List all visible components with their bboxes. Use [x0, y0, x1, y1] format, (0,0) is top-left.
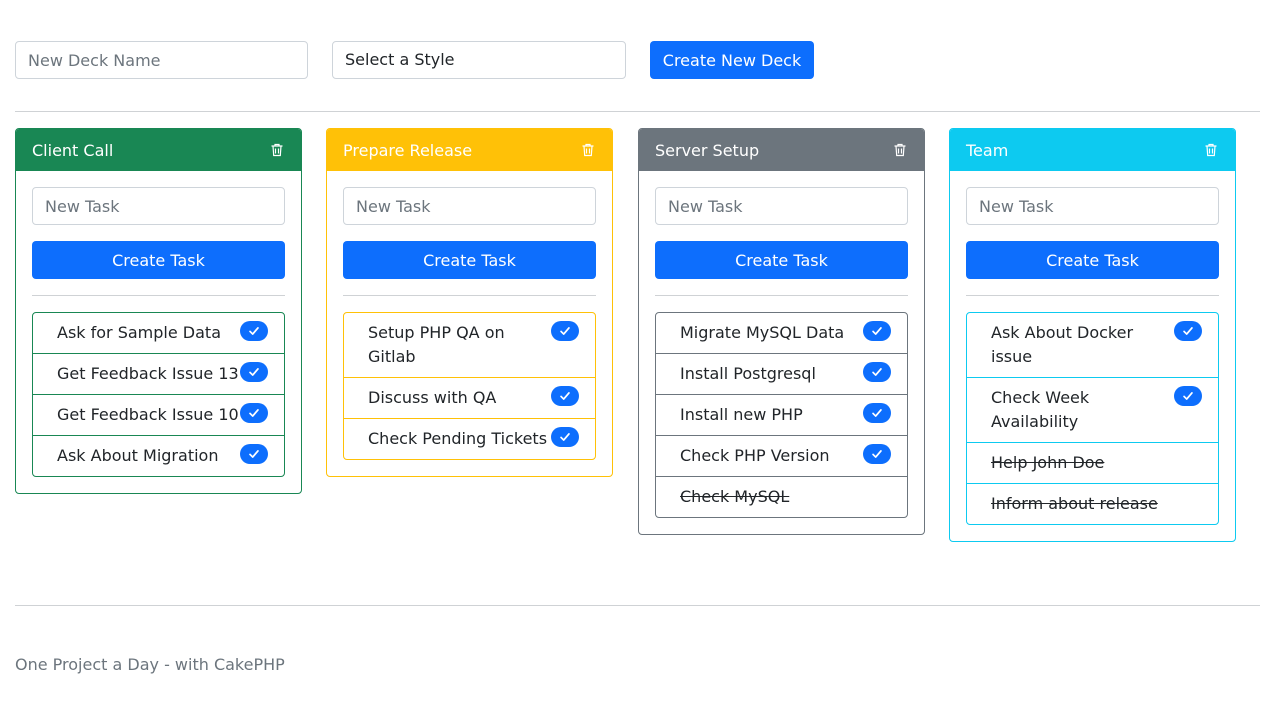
new-task-input[interactable]	[966, 187, 1219, 225]
task-label: Check PHP Version	[680, 446, 830, 465]
new-task-input[interactable]	[343, 187, 596, 225]
deck-card: Prepare Release Create Task Setup PHP QA o…	[326, 128, 613, 477]
check-icon[interactable]	[551, 386, 579, 406]
check-icon[interactable]	[240, 321, 268, 341]
check-icon[interactable]	[1174, 386, 1202, 406]
task-item: Inform about release	[967, 483, 1218, 524]
task-label: Check Pending Tickets	[368, 429, 548, 448]
footer-divider	[15, 605, 1260, 606]
task-label: Check Week Availability	[991, 388, 1090, 431]
task-label: Setup PHP QA on Gitlab	[368, 323, 505, 366]
check-icon[interactable]	[863, 321, 891, 341]
task-label: Help John Doe	[991, 453, 1105, 472]
trash-icon[interactable]	[269, 142, 285, 158]
task-label: Ask for Sample Data	[57, 323, 221, 342]
task-item: Help John Doe	[967, 442, 1218, 483]
check-icon[interactable]	[551, 427, 579, 447]
check-icon[interactable]	[240, 403, 268, 423]
new-task-input[interactable]	[32, 187, 285, 225]
task-item: Migrate MySQL Data	[656, 313, 907, 353]
deck-header: Server Setup	[639, 129, 924, 171]
task-item: Get Feedback Issue 13	[33, 353, 284, 394]
deck-divider	[655, 295, 908, 296]
task-label: Check MySQL	[680, 487, 790, 506]
top-divider	[15, 111, 1260, 112]
create-task-button[interactable]: Create Task	[966, 241, 1219, 279]
check-icon[interactable]	[863, 362, 891, 382]
check-icon[interactable]	[240, 444, 268, 464]
check-icon[interactable]	[551, 321, 579, 341]
trash-icon[interactable]	[580, 142, 596, 158]
create-deck-button[interactable]: Create New Deck	[650, 41, 814, 79]
deck-title: Server Setup	[655, 140, 760, 160]
deck-header: Prepare Release	[327, 129, 612, 171]
task-label: Get Feedback Issue 13	[57, 364, 239, 383]
create-task-button[interactable]: Create Task	[32, 241, 285, 279]
deck-title: Prepare Release	[343, 140, 473, 160]
task-label: Inform about release	[991, 494, 1158, 513]
deck-header: Team	[950, 129, 1235, 171]
style-select[interactable]: Select a Style	[332, 41, 626, 79]
task-label: Migrate MySQL Data	[680, 323, 845, 342]
deck-card: Client Call Create Task Ask for Sample Dat…	[15, 128, 302, 494]
deck-title: Team	[966, 140, 1009, 160]
task-label: Discuss with QA	[368, 388, 497, 407]
task-label: Install new PHP	[680, 405, 803, 424]
task-label: Ask About Docker issue	[991, 323, 1134, 366]
style-select-value: Select a Style	[345, 50, 455, 69]
deck-header: Client Call	[16, 129, 301, 171]
deck-name-input[interactable]	[15, 41, 308, 79]
deck-body: Create Task Ask About Docker issue Check W…	[950, 171, 1235, 541]
footer-text: One Project a Day - with CakePHP	[15, 655, 285, 674]
check-icon[interactable]	[240, 362, 268, 382]
task-item: Ask for Sample Data	[33, 313, 284, 353]
deck-body: Create Task Setup PHP QA on Gitlab Discuss…	[327, 171, 612, 476]
check-icon[interactable]	[863, 403, 891, 423]
check-icon[interactable]	[863, 444, 891, 464]
task-item: Install Postgresql	[656, 353, 907, 394]
check-icon[interactable]	[1174, 321, 1202, 341]
task-item: Ask About Migration	[33, 435, 284, 476]
task-item: Discuss with QA	[344, 377, 595, 418]
task-list: Setup PHP QA on Gitlab Discuss with QA Che…	[343, 312, 596, 460]
create-task-button[interactable]: Create Task	[655, 241, 908, 279]
deck-divider	[966, 295, 1219, 296]
deck-body: Create Task Migrate MySQL Data Install Pos…	[639, 171, 924, 534]
task-item: Setup PHP QA on Gitlab	[344, 313, 595, 377]
task-list: Ask for Sample Data Get Feedback Issue 13…	[32, 312, 285, 477]
task-list: Ask About Docker issue Check Week Availab…	[966, 312, 1219, 525]
task-item: Get Feedback Issue 10	[33, 394, 284, 435]
trash-icon[interactable]	[1203, 142, 1219, 158]
task-item: Check Pending Tickets	[344, 418, 595, 459]
task-item: Ask About Docker issue	[967, 313, 1218, 377]
deck-card: Server Setup Create Task Migrate MySQL Dat…	[638, 128, 925, 535]
deck-divider	[343, 295, 596, 296]
task-item: Install new PHP	[656, 394, 907, 435]
deck-body: Create Task Ask for Sample Data Get Feedba…	[16, 171, 301, 493]
task-label: Get Feedback Issue 10	[57, 405, 239, 424]
deck-card: Team Create Task Ask About Docker issue Che…	[949, 128, 1236, 542]
task-list: Migrate MySQL Data Install Postgresql Inst…	[655, 312, 908, 518]
task-item: Check PHP Version	[656, 435, 907, 476]
trash-icon[interactable]	[892, 142, 908, 158]
deck-title: Client Call	[32, 140, 114, 160]
task-label: Ask About Migration	[57, 446, 219, 465]
task-item: Check MySQL	[656, 476, 907, 517]
deck-divider	[32, 295, 285, 296]
new-task-input[interactable]	[655, 187, 908, 225]
task-label: Install Postgresql	[680, 364, 816, 383]
create-task-button[interactable]: Create Task	[343, 241, 596, 279]
task-item: Check Week Availability	[967, 377, 1218, 442]
